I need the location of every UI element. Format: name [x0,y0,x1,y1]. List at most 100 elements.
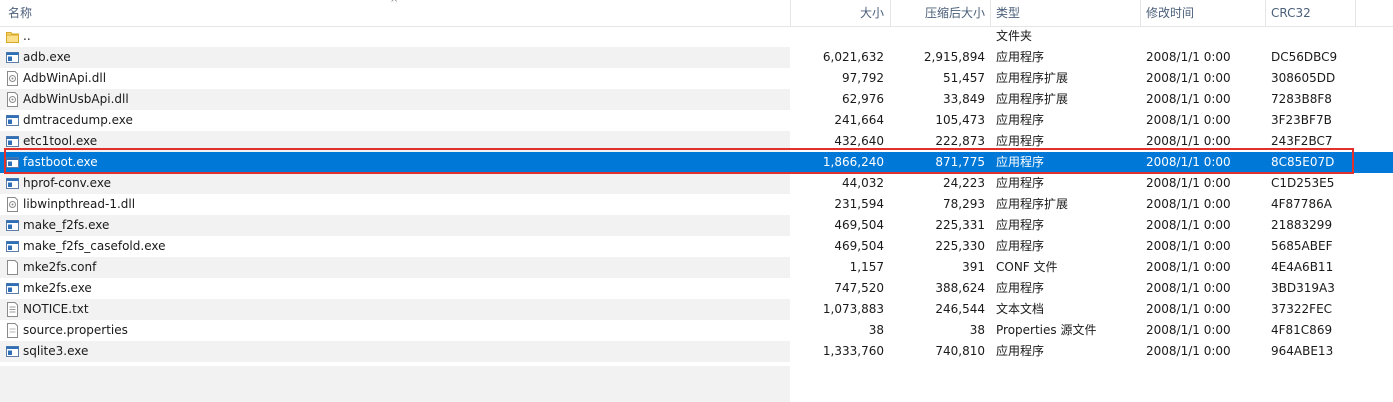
cell-packed-size: 391 [962,260,985,274]
column-header-packed-size[interactable]: 压缩后大小 [900,0,985,26]
table-row[interactable]: adb.exe 6,021,632 2,915,894 应用程序 2008/1/1 0:… [0,47,1393,68]
table-row[interactable]: source.properties 38 38 Properties 源文件 2008/… [0,320,1393,341]
cell-name: make_f2fs.exe [23,218,110,232]
cell-name: mke2fs.exe [23,281,92,295]
table-row[interactable]: libwinpthread-1.dll 231,594 78,293 应用程序扩展 20… [0,194,1393,215]
column-header-type[interactable]: 类型 [996,0,1020,26]
column-header-bar: 名称 ^ 大小 压缩后大小 类型 修改时间 CRC32 [0,0,1393,27]
cell-size: 1,157 [849,260,884,274]
table-row[interactable]: sqlite3.exe 1,333,760 740,810 应用程序 2008/1/1 … [0,341,1393,362]
cell-crc32: 7283B8F8 [1271,92,1332,106]
cell-type: 应用程序 [996,239,1045,253]
cell-type: 应用程序 [996,155,1045,169]
cell-size: 6,021,632 [822,50,884,64]
cell-size: 38 [868,323,884,337]
dll-icon [6,71,19,86]
dll-icon [6,197,19,212]
exe-icon [6,134,19,149]
table-row[interactable]: hprof-conv.exe 44,032 24,223 应用程序 2008/1/1 0… [0,173,1393,194]
cell-modified: 2008/1/1 0:00 [1146,134,1231,148]
cell-type: 文件夹 [996,29,1033,43]
cell-name: libwinpthread-1.dll [23,197,136,211]
table-row[interactable]: mke2fs.conf 1,157 391 CONF 文件 2008/1/1 0:00 4… [0,257,1393,278]
properties-file-icon [6,323,19,338]
cell-type: CONF 文件 [996,260,1058,274]
cell-size: 1,073,883 [822,302,884,316]
cell-name: fastboot.exe [23,155,98,169]
cell-size: 231,594 [834,197,884,211]
table-row[interactable]: etc1tool.exe 432,640 222,873 应用程序 2008/1/1 0… [0,131,1393,152]
cell-crc32: C1D253E5 [1271,176,1335,190]
cell-modified: 2008/1/1 0:00 [1146,218,1231,232]
cell-name: source.properties [23,323,128,337]
cell-crc32: 243F2BC7 [1271,134,1333,148]
cell-modified: 2008/1/1 0:00 [1146,281,1231,295]
exe-icon [6,281,19,296]
cell-name: AdbWinUsbApi.dll [23,92,129,106]
table-row[interactable]: AdbWinApi.dll 97,792 51,457 应用程序扩展 2008/1/1 … [0,68,1393,89]
column-divider[interactable] [790,0,791,26]
cell-packed-size: 105,473 [935,113,985,127]
cell-modified: 2008/1/1 0:00 [1146,197,1231,211]
column-divider[interactable] [1265,0,1266,26]
cell-crc32: 5685ABEF [1271,239,1333,253]
column-header-crc32[interactable]: CRC32 [1271,0,1311,26]
cell-modified: 2008/1/1 0:00 [1146,155,1231,169]
column-divider[interactable] [990,0,991,26]
cell-size: 432,640 [834,134,884,148]
cell-size: 747,520 [834,281,884,295]
table-row[interactable]: mke2fs.exe 747,520 388,624 应用程序 2008/1/1 0:0… [0,278,1393,299]
text-file-icon [6,302,19,317]
row-stripe [0,341,790,362]
cell-type: 应用程序 [996,344,1045,358]
cell-size: 62,976 [842,92,884,106]
cell-type: Properties 源文件 [996,323,1097,337]
column-header-name[interactable]: 名称 [8,0,32,26]
column-divider[interactable] [890,0,891,26]
cell-packed-size: 38 [969,323,985,337]
table-row[interactable]: dmtracedump.exe 241,664 105,473 应用程序 2008/1/… [0,110,1393,131]
table-row[interactable]: NOTICE.txt 1,073,883 246,544 文本文档 2008/1/1 0… [0,299,1393,320]
cell-type: 应用程序扩展 [996,92,1069,106]
exe-icon [6,239,19,254]
cell-modified: 2008/1/1 0:00 [1146,344,1231,358]
cell-packed-size: 222,873 [935,134,985,148]
cell-crc32: 308605DD [1271,71,1336,85]
cell-crc32: 21883299 [1271,218,1333,232]
cell-size: 241,664 [834,113,884,127]
cell-packed-size: 871,775 [935,155,985,169]
cell-packed-size: 78,293 [943,197,985,211]
exe-icon [6,176,19,191]
cell-type: 应用程序扩展 [996,71,1069,85]
cell-packed-size: 225,330 [935,239,985,253]
folder-icon [6,29,19,44]
cell-crc32: 4F81C869 [1271,323,1333,337]
sort-ascending-icon: ^ [390,0,399,9]
row-stripe [0,257,790,278]
column-divider[interactable] [1140,0,1141,26]
column-header-modified[interactable]: 修改时间 [1146,0,1194,26]
table-row[interactable]: make_f2fs.exe 469,504 225,331 应用程序 2008/1/1 … [0,215,1393,236]
cell-size: 469,504 [834,218,884,232]
cell-packed-size: 33,849 [943,92,985,106]
cell-modified: 2008/1/1 0:00 [1146,260,1231,274]
exe-icon [6,113,19,128]
table-row-selected[interactable]: fastboot.exe 1,866,240 871,775 应用程序 2008/1/1… [0,152,1393,173]
cell-packed-size: 225,331 [935,218,985,232]
cell-name: .. [23,29,31,43]
cell-size: 469,504 [834,239,884,253]
row-stripe [0,299,790,320]
table-row[interactable]: AdbWinUsbApi.dll 62,976 33,849 应用程序扩展 2008/1… [0,89,1393,110]
table-row[interactable]: .. 文件夹 [0,26,1393,47]
table-row[interactable]: make_f2fs_casefold.exe 469,504 225,330 应用程序… [0,236,1393,257]
cell-size: 97,792 [842,71,884,85]
cell-name: adb.exe [23,50,71,64]
cell-modified: 2008/1/1 0:00 [1146,176,1231,190]
list-empty-area [0,366,790,402]
cell-packed-size: 246,544 [935,302,985,316]
cell-packed-size: 2,915,894 [923,50,985,64]
column-header-size[interactable]: 大小 [800,0,884,26]
row-stripe [0,47,790,68]
cell-modified: 2008/1/1 0:00 [1146,113,1231,127]
column-divider[interactable] [1355,0,1356,26]
